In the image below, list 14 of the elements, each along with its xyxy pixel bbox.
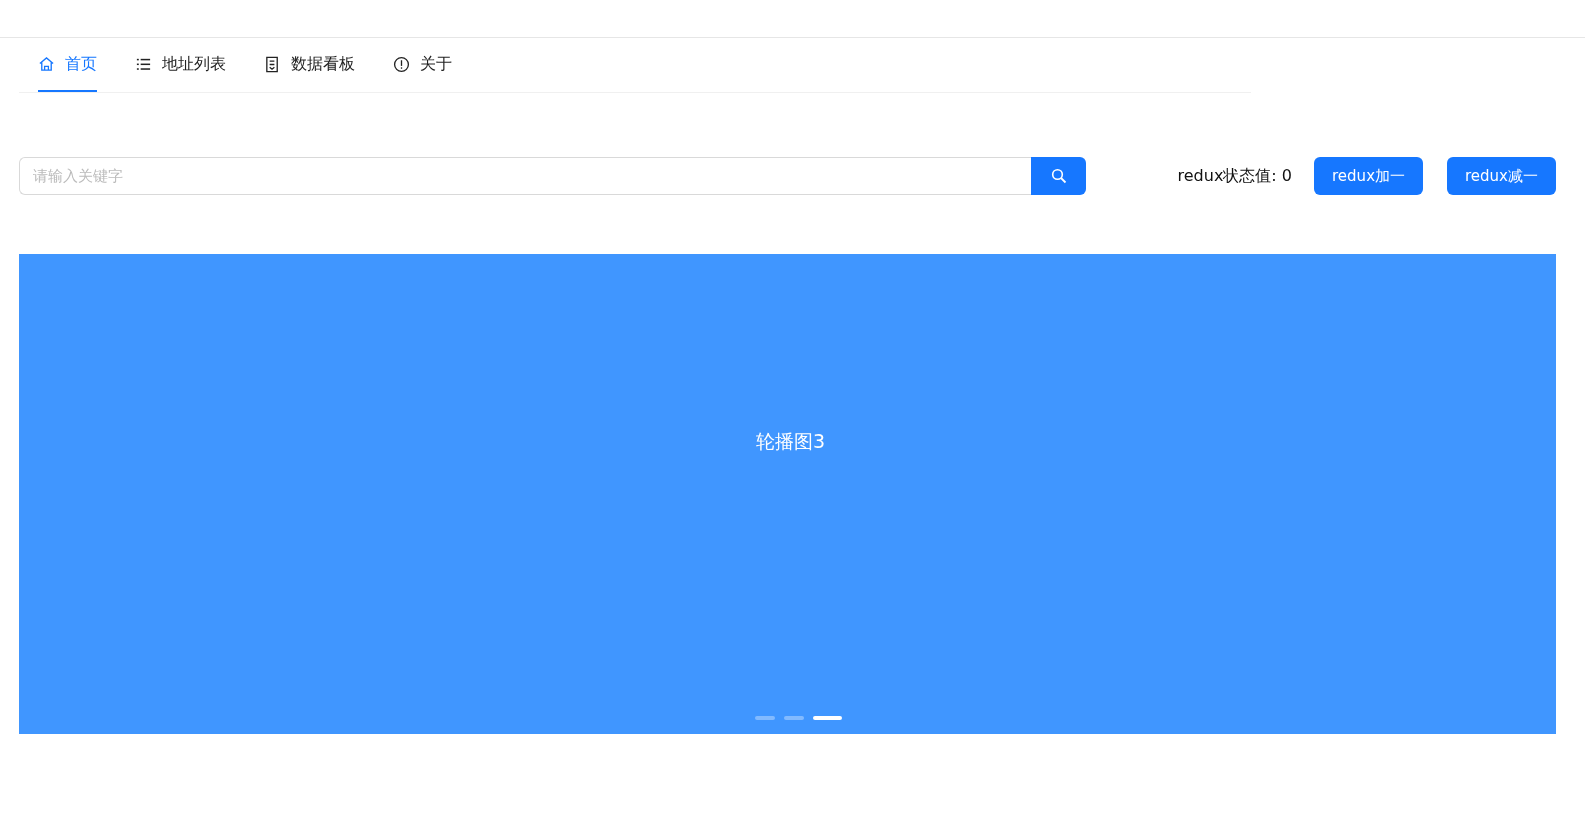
nav-tab[interactable]: 数据看板 (264, 38, 355, 92)
counter-label: redux状态值: 0 (1177, 165, 1293, 187)
home-icon (38, 55, 55, 73)
nav-tab[interactable]: 首页 (38, 38, 97, 92)
search-button[interactable] (1031, 157, 1086, 195)
slide-title: 轮播图3 (755, 429, 826, 454)
nav-tab[interactable]: 地址列表 (135, 38, 226, 92)
search-field[interactable]: 请输入关键字 (19, 157, 1031, 195)
nav-tab[interactable]: 关于 (393, 38, 452, 92)
action-button[interactable]: redux加一 (1314, 157, 1423, 195)
exclamation-circle-icon (393, 55, 410, 73)
search-icon (1050, 168, 1067, 184)
document-icon (264, 55, 281, 73)
action-button[interactable]: redux减一 (1447, 157, 1556, 195)
